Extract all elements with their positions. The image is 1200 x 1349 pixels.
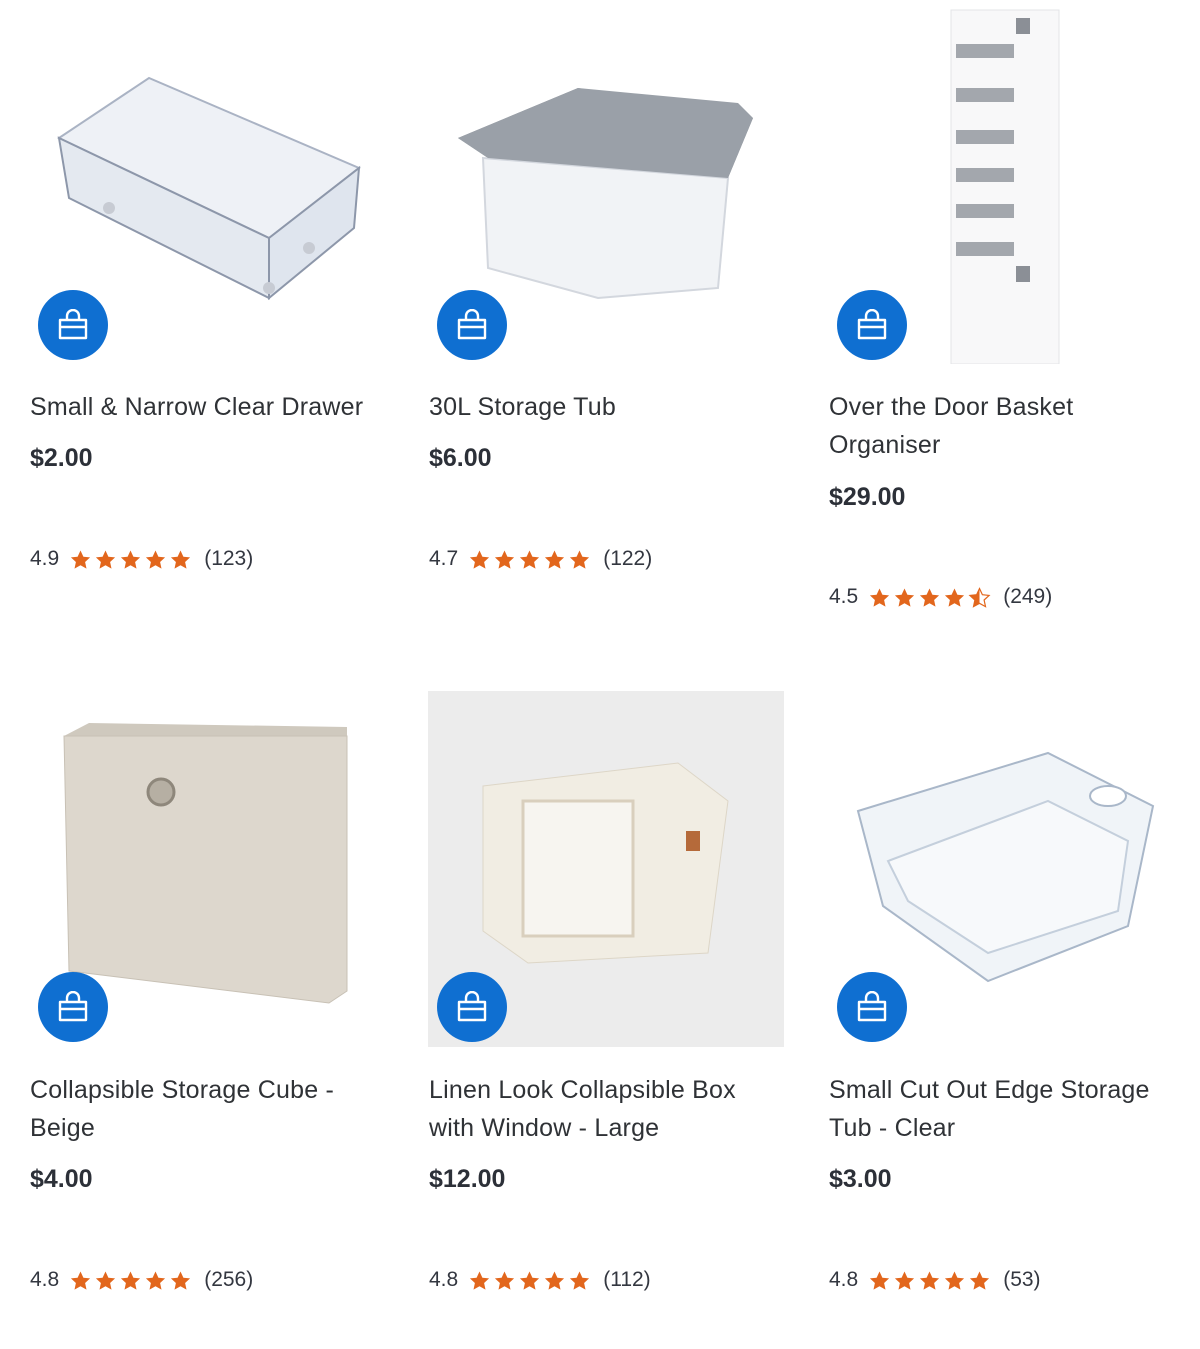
product-price: $2.00 (30, 444, 93, 472)
star-icon (970, 1271, 990, 1290)
review-count[interactable]: (249) (1003, 585, 1052, 609)
review-count[interactable]: (256) (204, 1268, 253, 1292)
product-price: $29.00 (829, 483, 906, 511)
star-icon (470, 550, 490, 569)
star-icon (870, 1271, 890, 1290)
product-rating: 4.9 (123) (30, 547, 253, 571)
star-icon (545, 550, 565, 569)
product-title[interactable]: Collapsible Storage Cube - Beige (30, 1071, 386, 1147)
product-title[interactable]: Small Cut Out Edge Storage Tub - Clear (829, 1071, 1185, 1147)
add-to-bag-button[interactable] (437, 290, 507, 360)
product-rating: 4.8 (256) (30, 1268, 253, 1292)
star-icon (171, 550, 191, 569)
star-icon (520, 550, 540, 569)
star-icon (920, 588, 940, 607)
add-to-bag-button[interactable] (837, 972, 907, 1042)
shopping-bag-icon (457, 309, 487, 340)
product-title[interactable]: Linen Look Collapsible Box with Window -… (429, 1071, 785, 1147)
shopping-bag-icon (857, 991, 887, 1022)
product-rating: 4.5 (249) (829, 585, 1052, 609)
rating-score: 4.8 (829, 1268, 859, 1291)
rating-stars (69, 549, 194, 570)
star-icon (570, 1271, 590, 1290)
rating-score: 4.9 (30, 547, 60, 570)
shopping-bag-icon (58, 309, 88, 340)
product-price: $12.00 (429, 1165, 506, 1193)
star-icon (545, 1271, 565, 1290)
star-icon (920, 1271, 940, 1290)
star-icon (71, 550, 91, 569)
rating-score: 4.8 (429, 1268, 459, 1291)
rating-stars (468, 1270, 593, 1291)
star-icon (570, 550, 590, 569)
product-rating: 4.7 (122) (429, 547, 652, 571)
shopping-bag-icon (457, 991, 487, 1022)
star-icon (121, 1271, 141, 1290)
star-icon (96, 550, 116, 569)
product-price: $4.00 (30, 1165, 93, 1193)
rating-stars (69, 1270, 194, 1291)
shopping-bag-icon (58, 991, 88, 1022)
star-icon (968, 586, 991, 608)
add-to-bag-button[interactable] (437, 972, 507, 1042)
star-icon (945, 1271, 965, 1290)
star-icon (96, 1271, 116, 1290)
rating-stars (468, 549, 593, 570)
star-icon (495, 550, 515, 569)
star-icon (470, 1271, 490, 1290)
star-icon (870, 588, 890, 607)
product-title[interactable]: Over the Door Basket Organiser (829, 388, 1185, 464)
product-rating: 4.8 (53) (829, 1268, 1041, 1292)
add-to-bag-button[interactable] (38, 972, 108, 1042)
rating-score: 4.7 (429, 547, 459, 570)
review-count[interactable]: (53) (1003, 1268, 1040, 1292)
star-icon (520, 1271, 540, 1290)
product-title[interactable]: Small & Narrow Clear Drawer (30, 388, 386, 426)
star-icon (895, 1271, 915, 1290)
star-icon (945, 588, 965, 607)
review-count[interactable]: (122) (603, 547, 652, 571)
star-icon (146, 1271, 166, 1290)
rating-score: 4.5 (829, 585, 859, 608)
star-icon (495, 1271, 515, 1290)
rating-stars (868, 1270, 993, 1291)
review-count[interactable]: (123) (204, 547, 253, 571)
product-title[interactable]: 30L Storage Tub (429, 388, 785, 426)
star-icon (895, 588, 915, 607)
review-count[interactable]: (112) (603, 1268, 650, 1292)
rating-score: 4.8 (30, 1268, 60, 1291)
star-icon (121, 550, 141, 569)
product-rating: 4.8 (112) (429, 1268, 651, 1292)
star-icon (146, 550, 166, 569)
add-to-bag-button[interactable] (837, 290, 907, 360)
shopping-bag-icon (857, 309, 887, 340)
star-icon (71, 1271, 91, 1290)
rating-stars (868, 586, 993, 608)
product-price: $3.00 (829, 1165, 892, 1193)
star-icon (171, 1271, 191, 1290)
product-price: $6.00 (429, 444, 492, 472)
add-to-bag-button[interactable] (38, 290, 108, 360)
